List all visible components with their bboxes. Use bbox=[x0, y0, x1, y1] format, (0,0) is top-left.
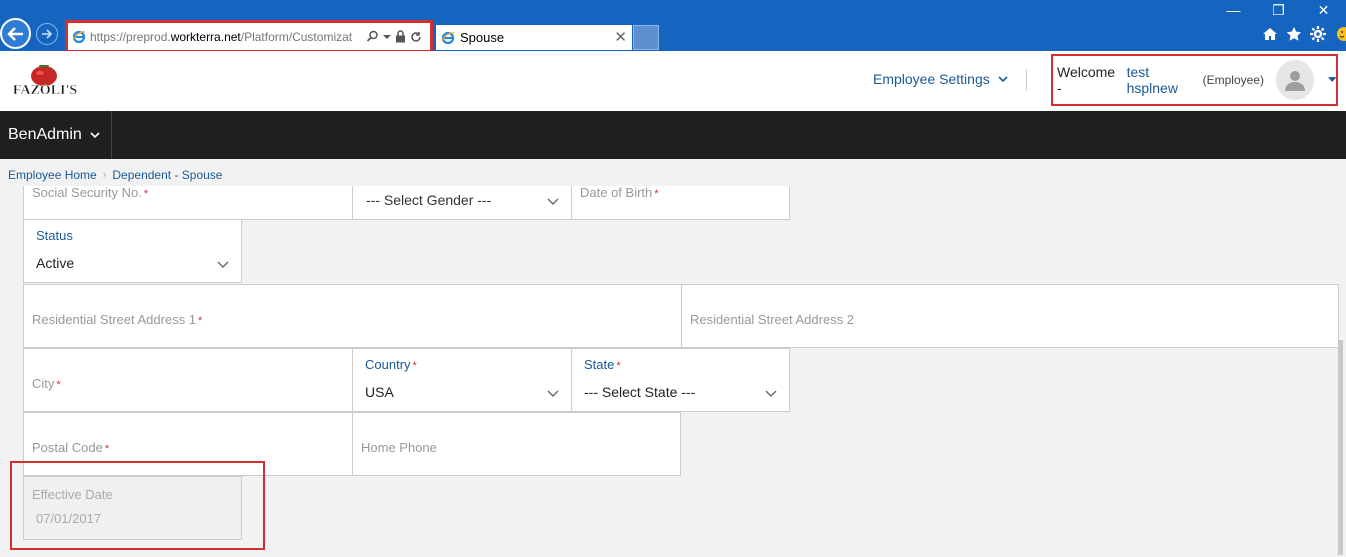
new-tab-button[interactable] bbox=[633, 25, 659, 50]
url-prefix: https://preprod. bbox=[90, 29, 171, 44]
breadcrumb-dependent-spouse[interactable]: Dependent - Spouse bbox=[112, 168, 222, 182]
restore-button[interactable]: ❐ bbox=[1256, 0, 1301, 20]
required-marker: * bbox=[56, 379, 61, 391]
ssn-field[interactable]: Social Security No. * bbox=[23, 186, 353, 220]
search-icon[interactable] bbox=[366, 30, 379, 43]
tab-close-icon[interactable]: ✕ bbox=[614, 28, 627, 46]
minimize-button[interactable]: — bbox=[1211, 0, 1256, 20]
user-icon bbox=[1284, 71, 1305, 91]
country-label: Country bbox=[365, 357, 411, 372]
chevron-down-icon bbox=[765, 390, 777, 397]
required-marker: * bbox=[198, 315, 203, 327]
main-navbar: BenAdmin bbox=[0, 111, 1346, 159]
home-phone-placeholder: Home Phone bbox=[361, 440, 437, 455]
status-select[interactable]: Status Active bbox=[23, 219, 242, 283]
employee-settings-menu[interactable]: Employee Settings bbox=[873, 71, 1008, 87]
forward-button[interactable] bbox=[36, 23, 58, 45]
dob-placeholder: Date of Birth bbox=[580, 186, 653, 200]
ie-tab-icon bbox=[441, 31, 455, 44]
back-button[interactable] bbox=[0, 18, 31, 49]
chevron-down-icon bbox=[90, 131, 100, 138]
status-label: Status bbox=[36, 228, 73, 243]
country-value: USA bbox=[365, 384, 394, 400]
required-marker: * bbox=[616, 360, 621, 372]
window-controls: — ❐ ✕ bbox=[1211, 0, 1346, 20]
address2-field[interactable]: Residential Street Address 2 bbox=[681, 284, 1339, 348]
smiley-feedback-icon[interactable] bbox=[1334, 26, 1346, 42]
arrow-right-icon bbox=[42, 29, 53, 39]
benadmin-label: BenAdmin bbox=[8, 126, 82, 143]
breadcrumb-employee-home[interactable]: Employee Home bbox=[8, 168, 97, 182]
welcome-label: Welcome - bbox=[1057, 64, 1116, 96]
user-menu[interactable]: Welcome - test hsplnew (Employee) bbox=[1051, 54, 1338, 106]
dropdown-arrow-icon[interactable] bbox=[383, 34, 391, 40]
address1-field[interactable]: Residential Street Address 1 * bbox=[23, 284, 682, 348]
gender-value: --- Select Gender --- bbox=[366, 192, 492, 208]
breadcrumb: Employee Home › Dependent - Spouse bbox=[8, 168, 222, 182]
header-divider bbox=[1026, 69, 1027, 91]
address1-placeholder: Residential Street Address 1 bbox=[32, 312, 197, 327]
app-header: FAZOLI'S Employee Settings Welcome - tes… bbox=[0, 51, 1346, 111]
address-bar[interactable]: https://preprod.workterra.net/Platform/C… bbox=[65, 20, 433, 53]
country-select[interactable]: Country * USA bbox=[352, 348, 572, 412]
address2-placeholder: Residential Street Address 2 bbox=[690, 312, 855, 327]
required-marker: * bbox=[104, 443, 110, 455]
svg-text:FAZOLI'S: FAZOLI'S bbox=[13, 83, 78, 98]
required-marker: * bbox=[412, 360, 417, 372]
browser-tab[interactable]: Spouse ✕ bbox=[436, 25, 632, 50]
browser-toolbar bbox=[1262, 26, 1346, 42]
benadmin-menu[interactable]: BenAdmin bbox=[0, 111, 112, 159]
user-role: (Employee) bbox=[1202, 73, 1264, 87]
browser-chrome: https://preprod.workterra.net/Platform/C… bbox=[0, 0, 1346, 53]
arrow-left-icon bbox=[6, 26, 23, 41]
user-name-link[interactable]: test hsplnew bbox=[1127, 64, 1200, 96]
city-field[interactable]: City * bbox=[23, 348, 353, 412]
ie-icon bbox=[72, 30, 86, 43]
tab-title: Spouse bbox=[460, 30, 505, 45]
home-icon[interactable] bbox=[1262, 26, 1278, 42]
state-select[interactable]: State * --- Select State --- bbox=[571, 348, 790, 412]
fazolis-logo[interactable]: FAZOLI'S bbox=[12, 65, 78, 99]
chevron-down-icon bbox=[998, 75, 1008, 82]
ssn-placeholder: Social Security No. bbox=[32, 186, 142, 200]
chevron-down-icon bbox=[547, 198, 559, 205]
caret-down-icon[interactable] bbox=[1327, 77, 1336, 83]
effective-date-highlight bbox=[10, 461, 265, 550]
employee-settings-label: Employee Settings bbox=[873, 71, 990, 87]
breadcrumb-separator-icon: › bbox=[102, 169, 107, 181]
required-marker: * bbox=[654, 188, 659, 200]
lock-icon[interactable] bbox=[395, 30, 406, 43]
chevron-down-icon bbox=[547, 390, 559, 397]
status-value: Active bbox=[36, 255, 75, 271]
required-marker: * bbox=[143, 188, 149, 200]
state-label: State bbox=[584, 357, 615, 372]
avatar[interactable] bbox=[1276, 60, 1314, 100]
gender-select[interactable]: --- Select Gender --- bbox=[352, 186, 572, 220]
postal-code-placeholder: Postal Code bbox=[32, 440, 103, 455]
refresh-icon[interactable] bbox=[410, 31, 422, 43]
city-placeholder: City bbox=[32, 376, 55, 391]
chevron-down-icon bbox=[217, 261, 229, 268]
dob-field[interactable]: Date of Birth * bbox=[571, 186, 790, 220]
url-domain: workterra.net bbox=[170, 29, 241, 44]
url-path: /Platform/Customizat bbox=[240, 29, 353, 44]
settings-gear-icon[interactable] bbox=[1310, 26, 1326, 42]
close-window-button[interactable]: ✕ bbox=[1301, 0, 1346, 20]
page-scrollbar[interactable] bbox=[1338, 340, 1343, 555]
home-phone-field[interactable]: Home Phone bbox=[352, 412, 681, 476]
url-text[interactable]: https://preprod.workterra.net/Platform/C… bbox=[90, 30, 362, 44]
dependent-form: Social Security No. * --- Select Gender -… bbox=[0, 186, 1346, 557]
favorites-star-icon[interactable] bbox=[1286, 26, 1302, 42]
state-value: --- Select State --- bbox=[584, 384, 696, 400]
